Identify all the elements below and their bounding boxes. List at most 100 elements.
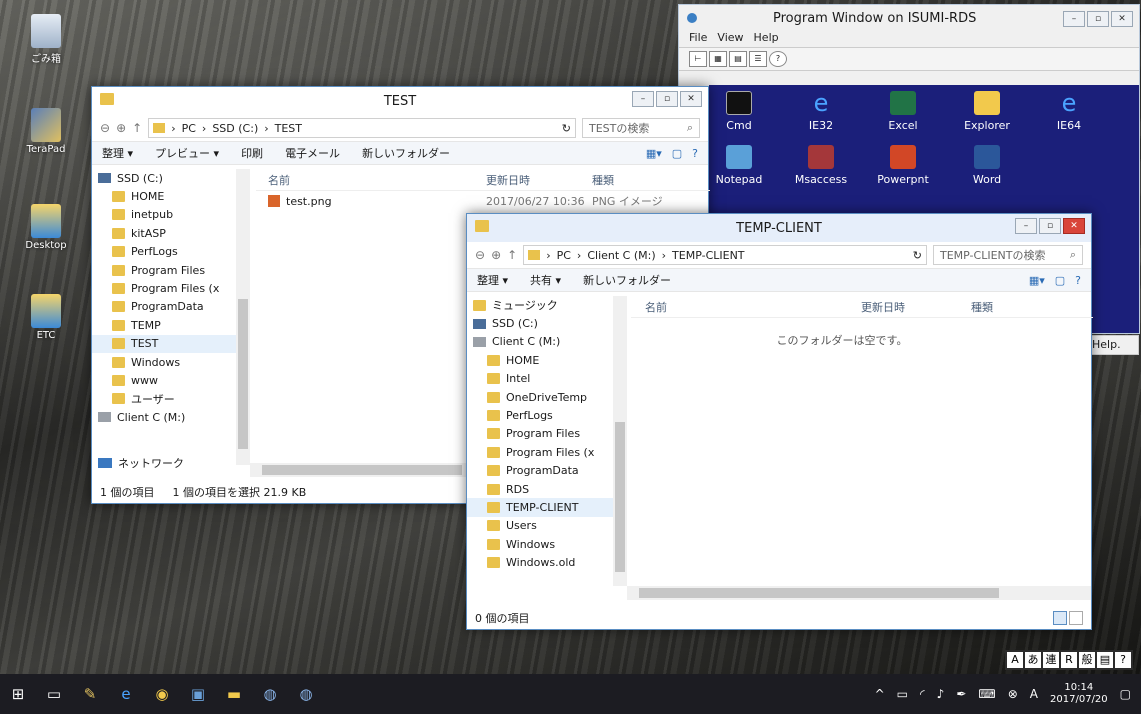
ime-general[interactable]: 般	[1079, 652, 1095, 668]
breadcrumb[interactable]: › PC › SSD (C:) › TEST ↻	[148, 118, 576, 138]
menu-view[interactable]: View	[717, 31, 743, 47]
tree-item[interactable]: TEMP-CLIENT	[467, 498, 627, 517]
forward-arrow-icon[interactable]: ⊕	[491, 248, 501, 262]
tree-item[interactable]: Client C (M:)	[467, 333, 627, 351]
breadcrumb-drive[interactable]: Client C (M:)	[587, 249, 655, 262]
windows-start-icon[interactable]: ⊞	[0, 674, 36, 714]
tree-item[interactable]: Windows	[92, 353, 250, 371]
large-icons-icon[interactable]: ▦	[709, 51, 727, 67]
search-input[interactable]: TEMP-CLIENTの検索 ⌕	[933, 245, 1083, 265]
tree-item[interactable]: TEST	[92, 334, 250, 353]
tree-item[interactable]: Program Files (x	[92, 279, 250, 297]
ie64-app[interactable]: e IE64	[1039, 91, 1099, 132]
ime-mode-a[interactable]: A	[1007, 652, 1023, 668]
column-date[interactable]: 更新日時	[486, 172, 592, 188]
desktop-folder-icon[interactable]: Desktop	[18, 204, 74, 251]
tree-item[interactable]: SSD (C:)	[92, 169, 250, 187]
tree-item[interactable]: Windows	[467, 535, 627, 553]
refresh-icon[interactable]: ↻	[562, 122, 571, 135]
tree-item[interactable]: RDS	[467, 480, 627, 498]
share-button[interactable]: 共有 ▾	[530, 272, 561, 288]
column-name[interactable]: 名前	[631, 299, 861, 315]
tree-view-icon[interactable]: ⊢	[689, 51, 707, 67]
notification-icon[interactable]: ▢	[1120, 687, 1131, 701]
close-circle-icon[interactable]: ⊗	[1008, 687, 1018, 701]
organize-button[interactable]: 整理 ▾	[477, 272, 508, 288]
help-icon[interactable]: ?	[769, 51, 787, 67]
maximize-button[interactable]: ▫	[656, 91, 678, 107]
tree-item[interactable]: TEMP	[92, 316, 250, 334]
recycle-bin-icon[interactable]: ごみ箱	[18, 14, 74, 65]
excel-app[interactable]: Excel	[873, 91, 933, 132]
tree-item[interactable]: kitASP	[92, 224, 250, 242]
menu-file[interactable]: File	[689, 31, 707, 47]
horizontal-scrollbar[interactable]	[627, 586, 1091, 600]
breadcrumb-folder[interactable]: TEST	[275, 122, 302, 135]
small-icons-icon[interactable]: ▤	[729, 51, 747, 67]
details-icon[interactable]: ☰	[749, 51, 767, 67]
large-icons-view-icon[interactable]	[1069, 611, 1083, 625]
powerpnt-app[interactable]: Powerpnt	[873, 145, 933, 186]
tree-item[interactable]: inetpub	[92, 206, 250, 224]
breadcrumb-folder[interactable]: TEMP-CLIENT	[672, 249, 744, 262]
breadcrumb-pc[interactable]: PC	[182, 122, 196, 135]
organize-button[interactable]: 整理 ▾	[102, 145, 133, 161]
print-button[interactable]: 印刷	[241, 145, 263, 161]
column-name[interactable]: 名前	[256, 172, 486, 188]
minimize-button[interactable]: –	[632, 91, 654, 107]
clock[interactable]: 10:14 2017/07/20	[1050, 682, 1108, 706]
help-icon[interactable]: ?	[1075, 274, 1081, 287]
chrome-icon[interactable]: ◉	[144, 674, 180, 714]
tree-item[interactable]: ミュージック	[467, 296, 627, 314]
breadcrumb-drive[interactable]: SSD (C:)	[212, 122, 258, 135]
tree-item[interactable]: ユーザー	[92, 390, 250, 408]
file-explorer-icon[interactable]: ▬	[216, 674, 252, 714]
back-arrow-icon[interactable]: ⊖	[100, 121, 110, 135]
network-node[interactable]: ネットワーク	[98, 455, 184, 471]
tree-item[interactable]: PerfLogs	[92, 243, 250, 261]
breadcrumb-pc[interactable]: PC	[557, 249, 571, 262]
ime-r[interactable]: R	[1061, 652, 1077, 668]
tree-item[interactable]: OneDriveTemp	[467, 388, 627, 406]
tree-item[interactable]: Intel	[467, 370, 627, 388]
word-app[interactable]: Word	[957, 145, 1017, 186]
tree-item[interactable]: www	[92, 371, 250, 389]
tree-item[interactable]: HOME	[467, 351, 627, 369]
remote-desktop-icon[interactable]: ▣	[180, 674, 216, 714]
minimize-button[interactable]: –	[1015, 218, 1037, 234]
notepad-app[interactable]: Notepad	[709, 145, 769, 186]
ie-taskbar-icon[interactable]: e	[108, 674, 144, 714]
nav-scrollbar[interactable]	[236, 169, 250, 465]
up-arrow-icon[interactable]: ↑	[132, 121, 142, 135]
keyboard-icon[interactable]: ⌨	[978, 687, 995, 701]
tree-item[interactable]: SSD (C:)	[467, 314, 627, 332]
terapad-taskbar-icon[interactable]: ✎	[72, 674, 108, 714]
task-view-icon[interactable]: ▭	[36, 674, 72, 714]
tree-item[interactable]: Program Files (x	[467, 443, 627, 461]
ime-mode-hiragana[interactable]: あ	[1025, 652, 1041, 668]
email-button[interactable]: 電子メール	[285, 145, 340, 161]
column-type[interactable]: 種類	[971, 299, 993, 315]
column-type[interactable]: 種類	[592, 172, 614, 188]
file-row[interactable]: test.png 2017/06/27 10:36 PNG イメージ	[256, 191, 710, 211]
view-options-icon[interactable]: ▦▾	[646, 147, 662, 160]
preview-button[interactable]: プレビュー ▾	[155, 145, 219, 161]
details-view-icon[interactable]	[1053, 611, 1067, 625]
network-icon[interactable]: ◜	[920, 687, 925, 701]
maximize-button[interactable]: ▫	[1039, 218, 1061, 234]
preview-pane-icon[interactable]: ▢	[1055, 274, 1065, 287]
help-icon[interactable]: ?	[692, 147, 698, 160]
ime-conversion[interactable]: 連	[1043, 652, 1059, 668]
msaccess-app[interactable]: Msaccess	[791, 145, 851, 186]
tree-item[interactable]: HOME	[92, 187, 250, 205]
close-button[interactable]: ✕	[1063, 218, 1085, 234]
ie32-app[interactable]: e IE32	[791, 91, 851, 132]
chevron-up-icon[interactable]: ^	[875, 687, 885, 701]
pen-icon[interactable]: ✒	[956, 687, 966, 701]
new-folder-button[interactable]: 新しいフォルダー	[583, 272, 671, 288]
ime-help[interactable]: ?	[1115, 652, 1131, 668]
maximize-button[interactable]: ▫	[1087, 11, 1109, 27]
back-arrow-icon[interactable]: ⊖	[475, 248, 485, 262]
terapad-icon[interactable]: TeraPad	[18, 108, 74, 155]
ime-indicator-icon[interactable]: A	[1030, 687, 1038, 701]
